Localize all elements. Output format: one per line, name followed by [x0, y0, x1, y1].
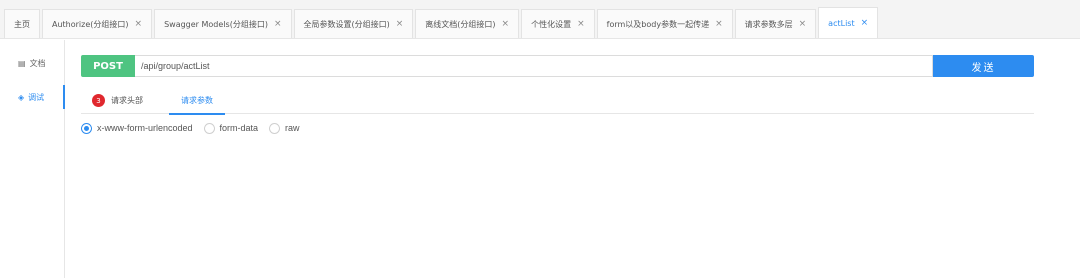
- nav-item-label: 调试: [28, 92, 45, 102]
- tab-request-headers[interactable]: 3 请求头部: [81, 87, 169, 114]
- headers-count-badge: 3: [92, 94, 105, 107]
- radio-label: x-www-form-urlencoded: [97, 123, 193, 133]
- tab-form-body[interactable]: form以及body参数一起传递 ×: [596, 9, 733, 38]
- tab-authorize[interactable]: Authorize(分组接口) ×: [42, 9, 153, 38]
- tab-label: 请求参数: [181, 96, 213, 105]
- radio-label: raw: [285, 123, 300, 133]
- close-icon[interactable]: ×: [861, 18, 869, 28]
- tab-global-params[interactable]: 全局参数设置(分组接口) ×: [293, 9, 414, 38]
- request-subtabs: 3 请求头部 请求参数: [81, 87, 1034, 115]
- radio-label: form-data: [219, 123, 259, 133]
- tab-label: 离线文档(分组接口): [425, 19, 496, 29]
- request-line: POST 发送: [81, 55, 1034, 77]
- tab-label: 个性化设置: [531, 19, 572, 29]
- http-method-badge: POST: [81, 55, 135, 77]
- tab-actlist[interactable]: actList ×: [818, 7, 879, 38]
- nav-item-docs[interactable]: ▤ 文档: [0, 46, 64, 80]
- close-icon[interactable]: ×: [715, 19, 723, 29]
- radio-form-data[interactable]: form-data: [203, 122, 259, 134]
- close-icon[interactable]: ×: [799, 19, 807, 29]
- tab-request-params[interactable]: 请求参数: [169, 87, 225, 115]
- tab-label: 全局参数设置(分组接口): [303, 19, 390, 29]
- tab-offline-docs[interactable]: 离线文档(分组接口) ×: [415, 9, 520, 38]
- tab-label: form以及body参数一起传递: [606, 19, 710, 29]
- tab-label: 主页: [14, 19, 30, 29]
- radio-raw[interactable]: raw: [269, 122, 300, 134]
- tab-personalization[interactable]: 个性化设置 ×: [521, 9, 595, 38]
- doc-icon: ▤: [18, 58, 26, 68]
- tab-label: 请求头部: [111, 96, 143, 105]
- radio-unchecked-icon[interactable]: [203, 122, 215, 134]
- nav-item-debug[interactable]: ◈ 调试: [0, 80, 65, 114]
- tab-home[interactable]: 主页: [4, 9, 40, 38]
- debug-icon: ◈: [18, 92, 25, 102]
- body-type-group: x-www-form-urlencoded form-data raw: [81, 121, 311, 135]
- tab-label: Authorize(分组接口): [52, 19, 129, 29]
- radio-checked-icon[interactable]: [81, 122, 92, 134]
- close-icon[interactable]: ×: [274, 19, 282, 29]
- close-icon[interactable]: ×: [396, 19, 404, 29]
- radio-unchecked-icon[interactable]: [269, 122, 281, 134]
- tab-label: 请求参数多层: [744, 19, 793, 29]
- radio-urlencoded[interactable]: x-www-form-urlencoded: [81, 122, 193, 134]
- tab-label: Swagger Models(分组接口): [164, 19, 268, 29]
- close-icon[interactable]: ×: [135, 19, 143, 29]
- tab-swagger-models[interactable]: Swagger Models(分组接口) ×: [154, 9, 292, 38]
- tab-multilevel-params[interactable]: 请求参数多层 ×: [734, 9, 817, 38]
- url-input[interactable]: [135, 55, 933, 77]
- tab-label: actList: [828, 18, 855, 28]
- nav-item-label: 文档: [29, 58, 46, 68]
- send-button[interactable]: 发送: [933, 55, 1034, 77]
- tab-bar: 主页 Authorize(分组接口) × Swagger Models(分组接口…: [0, 0, 1080, 39]
- close-icon[interactable]: ×: [577, 19, 585, 29]
- side-nav: ▤ 文档 ◈ 调试: [0, 40, 65, 278]
- close-icon[interactable]: ×: [502, 19, 510, 29]
